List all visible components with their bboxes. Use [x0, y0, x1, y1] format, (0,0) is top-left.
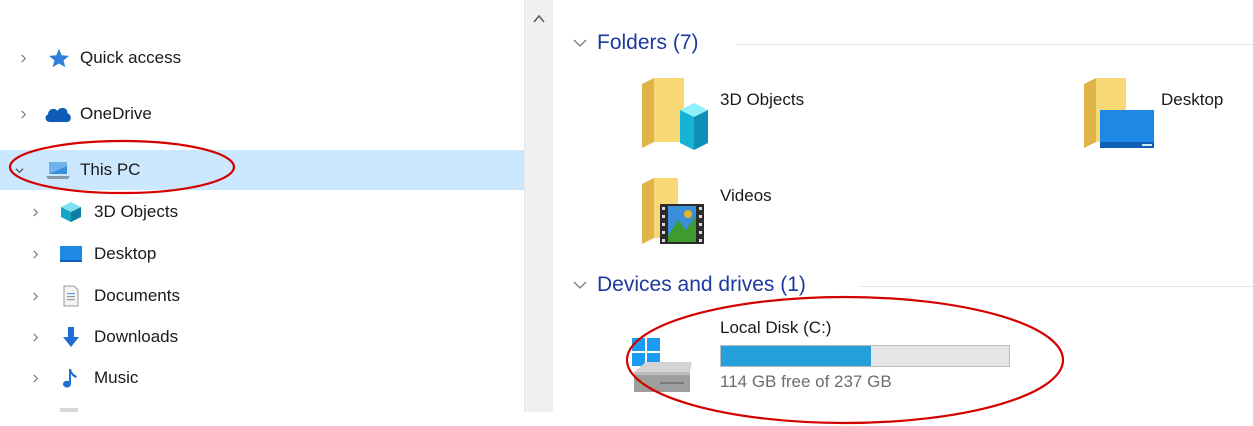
desktop-folder-icon: [1084, 78, 1154, 148]
folder-label: Desktop: [1161, 90, 1224, 109]
chevron-right-icon[interactable]: [28, 371, 42, 385]
desktop-icon: [60, 244, 82, 264]
drive-usage-bar: [720, 345, 1010, 367]
cube-icon: [60, 202, 82, 222]
nav-item-this-pc[interactable]: This PC: [0, 150, 524, 190]
videos-folder-icon: [642, 178, 704, 244]
chevron-down-icon[interactable]: [572, 35, 588, 51]
hard-drive-icon: [632, 338, 692, 392]
computer-icon: [44, 160, 72, 180]
drive-free-space-text: 114 GB free of 237 GB: [720, 372, 892, 391]
section-title: Folders (7): [597, 31, 699, 54]
star-icon: [48, 48, 70, 68]
nav-item-downloads[interactable]: Downloads: [0, 317, 524, 357]
nav-label: Quick access: [80, 48, 182, 67]
chevron-right-icon[interactable]: [28, 289, 42, 303]
scroll-thumb[interactable]: [525, 36, 553, 412]
3d-objects-folder-icon: [642, 78, 708, 150]
folders-section-header[interactable]: Folders (7): [572, 28, 699, 58]
section-divider: [737, 44, 1253, 45]
chevron-right-icon[interactable]: [16, 51, 30, 65]
partial-nav-item-icon: [60, 408, 78, 412]
navigation-scrollbar[interactable]: [524, 0, 553, 412]
nav-item-3d-objects[interactable]: 3D Objects: [0, 192, 524, 232]
devices-section-header[interactable]: Devices and drives (1): [572, 270, 806, 300]
folder-tile-3d-objects[interactable]: 3D Objects: [636, 76, 836, 156]
nav-item-quick-access[interactable]: Quick access: [0, 38, 524, 78]
cloud-icon: [44, 104, 72, 124]
folder-tile-videos[interactable]: Videos: [638, 176, 838, 248]
section-title: Devices and drives (1): [597, 273, 806, 296]
chevron-right-icon[interactable]: [28, 330, 42, 344]
music-note-icon: [60, 368, 82, 388]
chevron-down-icon[interactable]: [572, 277, 588, 293]
nav-label: Desktop: [94, 244, 157, 263]
nav-label: OneDrive: [80, 104, 152, 123]
nav-label: Downloads: [94, 327, 179, 346]
navigation-pane: Quick access OneDrive This PC 3D Objects…: [0, 0, 524, 412]
document-icon: [60, 285, 82, 307]
drive-label: Local Disk (C:): [720, 318, 832, 337]
chevron-right-icon[interactable]: [28, 247, 42, 261]
nav-label: This PC: [80, 160, 141, 179]
folder-label: 3D Objects: [720, 90, 805, 109]
download-arrow-icon: [60, 327, 82, 347]
nav-label: 3D Objects: [94, 202, 179, 221]
chevron-down-icon[interactable]: [12, 163, 26, 177]
drive-usage-fill: [721, 346, 871, 366]
nav-label: Documents: [94, 286, 180, 305]
nav-item-desktop[interactable]: Desktop: [0, 234, 524, 274]
nav-item-onedrive[interactable]: OneDrive: [0, 94, 524, 134]
nav-label: Music: [94, 368, 139, 387]
chevron-right-icon[interactable]: [16, 107, 30, 121]
chevron-right-icon[interactable]: [28, 205, 42, 219]
folder-label: Videos: [720, 186, 772, 205]
section-divider: [860, 286, 1253, 287]
folder-tile-desktop[interactable]: Desktop: [1080, 76, 1253, 156]
nav-item-documents[interactable]: Documents: [0, 276, 524, 316]
nav-item-music[interactable]: Music: [0, 358, 524, 398]
scroll-up-arrow-icon[interactable]: [532, 12, 546, 24]
